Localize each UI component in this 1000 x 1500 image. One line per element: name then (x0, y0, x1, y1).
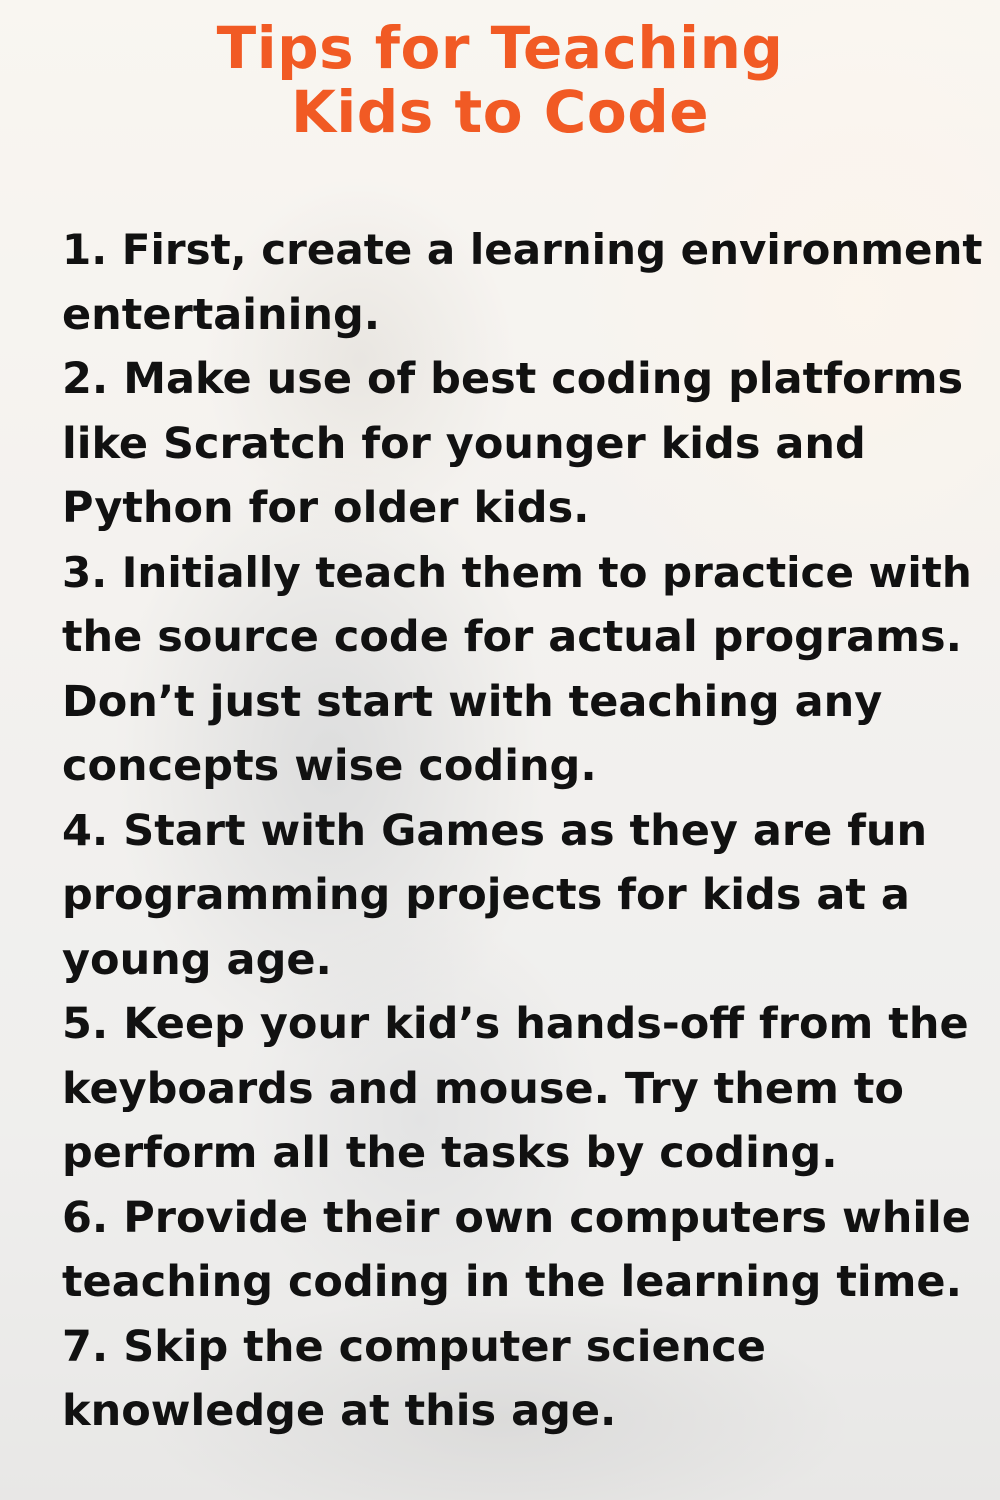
tip-5-line-1: 5. Keep your kid’s hands-off from the (62, 999, 969, 1049)
tip-3-line-1: 3. Initially teach them to practice with (62, 547, 972, 597)
tip-item-4: 4. Start with Games as they are fun prog… (62, 799, 977, 993)
tip-3-line-4: concepts wise coding. (62, 741, 597, 791)
tip-3-line-2: the source code for actual programs. (62, 612, 962, 662)
tip-item-6: 6. Provide their own computers while tea… (62, 1186, 977, 1315)
tip-3-line-3: Don’t just start with teaching any (62, 676, 883, 727)
tip-item-5: 5. Keep your kid’s hands-off from the ke… (62, 992, 977, 1186)
tip-2-line-2: like Scratch for younger kids and (62, 418, 866, 469)
tip-4-line-2: programming projects for kids at a (62, 870, 910, 920)
tip-2-line-1: 2. Make use of best coding platforms (62, 354, 964, 404)
tip-item-1: 1. First, create a learning environment … (62, 218, 983, 347)
tip-7-line-1: 7. Skip the computer science (62, 1321, 766, 1372)
title-line-2: Kids to Code (290, 78, 710, 146)
tip-6-line-1: 6. Provide their own computers while (62, 1192, 971, 1243)
title-line-1: Tips for Teaching (216, 14, 784, 82)
tip-1-line-1: 1. First, create a learning environment (62, 225, 983, 274)
tip-6-line-2: teaching coding in the learning time. (62, 1257, 962, 1307)
tip-4-line-1: 4. Start with Games as they are fun (62, 805, 928, 856)
tip-5-line-3: perform all the tasks by coding. (62, 1128, 838, 1178)
tip-5-line-2: keyboards and mouse. Try them to (62, 1063, 904, 1114)
tip-item-7: 7. Skip the computer science knowledge a… (62, 1315, 977, 1444)
tip-item-3: 3. Initially teach them to practice with… (62, 541, 977, 799)
tip-1-line-2: entertaining. (62, 289, 381, 340)
tip-7-line-2: knowledge at this age. (62, 1386, 617, 1436)
page-title: Tips for Teaching Kids to Code (0, 16, 1000, 144)
tip-2-line-3: Python for older kids. (62, 483, 590, 533)
tips-list: 1. First, create a learning environment … (62, 218, 983, 1444)
tip-item-2: 2. Make use of best coding platforms lik… (62, 347, 977, 541)
tip-4-line-3: young age. (62, 934, 332, 985)
